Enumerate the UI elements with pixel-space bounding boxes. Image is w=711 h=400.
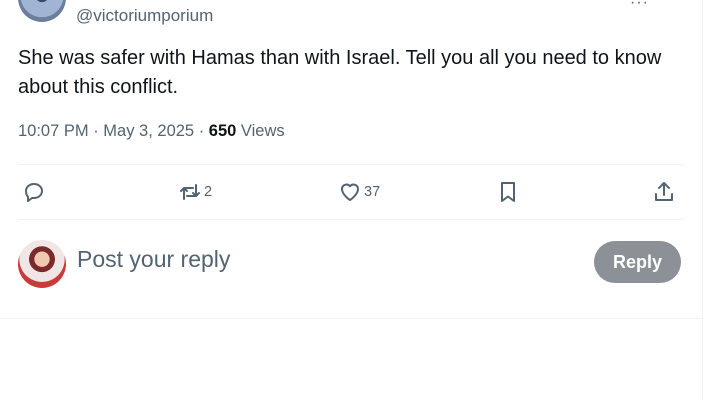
views-label: Views [236, 122, 285, 140]
meta-separator: · [194, 122, 209, 140]
bookmark-button[interactable] [496, 165, 520, 219]
reply-composer: Reply [18, 240, 684, 290]
author-handle[interactable]: @victoriumporium [76, 6, 213, 26]
views-count: 650 [208, 122, 237, 140]
reply-button[interactable] [22, 165, 48, 219]
like-count: 37 [364, 184, 381, 200]
tweet-time[interactable]: 10:07 PM [18, 122, 89, 140]
retweet-icon [180, 184, 200, 200]
divider [18, 219, 684, 220]
retweet-count: 2 [204, 184, 213, 200]
tweet-date[interactable]: May 3, 2025 [103, 122, 194, 140]
tweet-meta: 10:07 PM · May 3, 2025 · 650 Views [18, 122, 285, 141]
action-bar: 2 37 [18, 165, 684, 219]
divider [0, 318, 703, 319]
heart-icon [341, 183, 359, 201]
tweet-text: She was safer with Hamas than with Israe… [18, 47, 662, 98]
bookmark-icon [501, 182, 515, 202]
author-avatar[interactable] [18, 0, 66, 22]
scrollbar[interactable] [702, 0, 711, 400]
share-button[interactable] [652, 165, 676, 219]
share-icon [655, 182, 673, 201]
meta-separator: · [88, 122, 104, 140]
tweet-header: @victoriumporium ··· [0, 0, 711, 32]
more-options-icon[interactable]: ··· [630, 0, 649, 12]
reply-icon [25, 183, 43, 202]
reply-submit-button[interactable]: Reply [594, 241, 681, 283]
like-button[interactable]: 37 [338, 165, 380, 219]
reply-input[interactable] [77, 246, 497, 273]
user-avatar[interactable] [18, 240, 66, 288]
retweet-button[interactable]: 2 [178, 165, 212, 219]
